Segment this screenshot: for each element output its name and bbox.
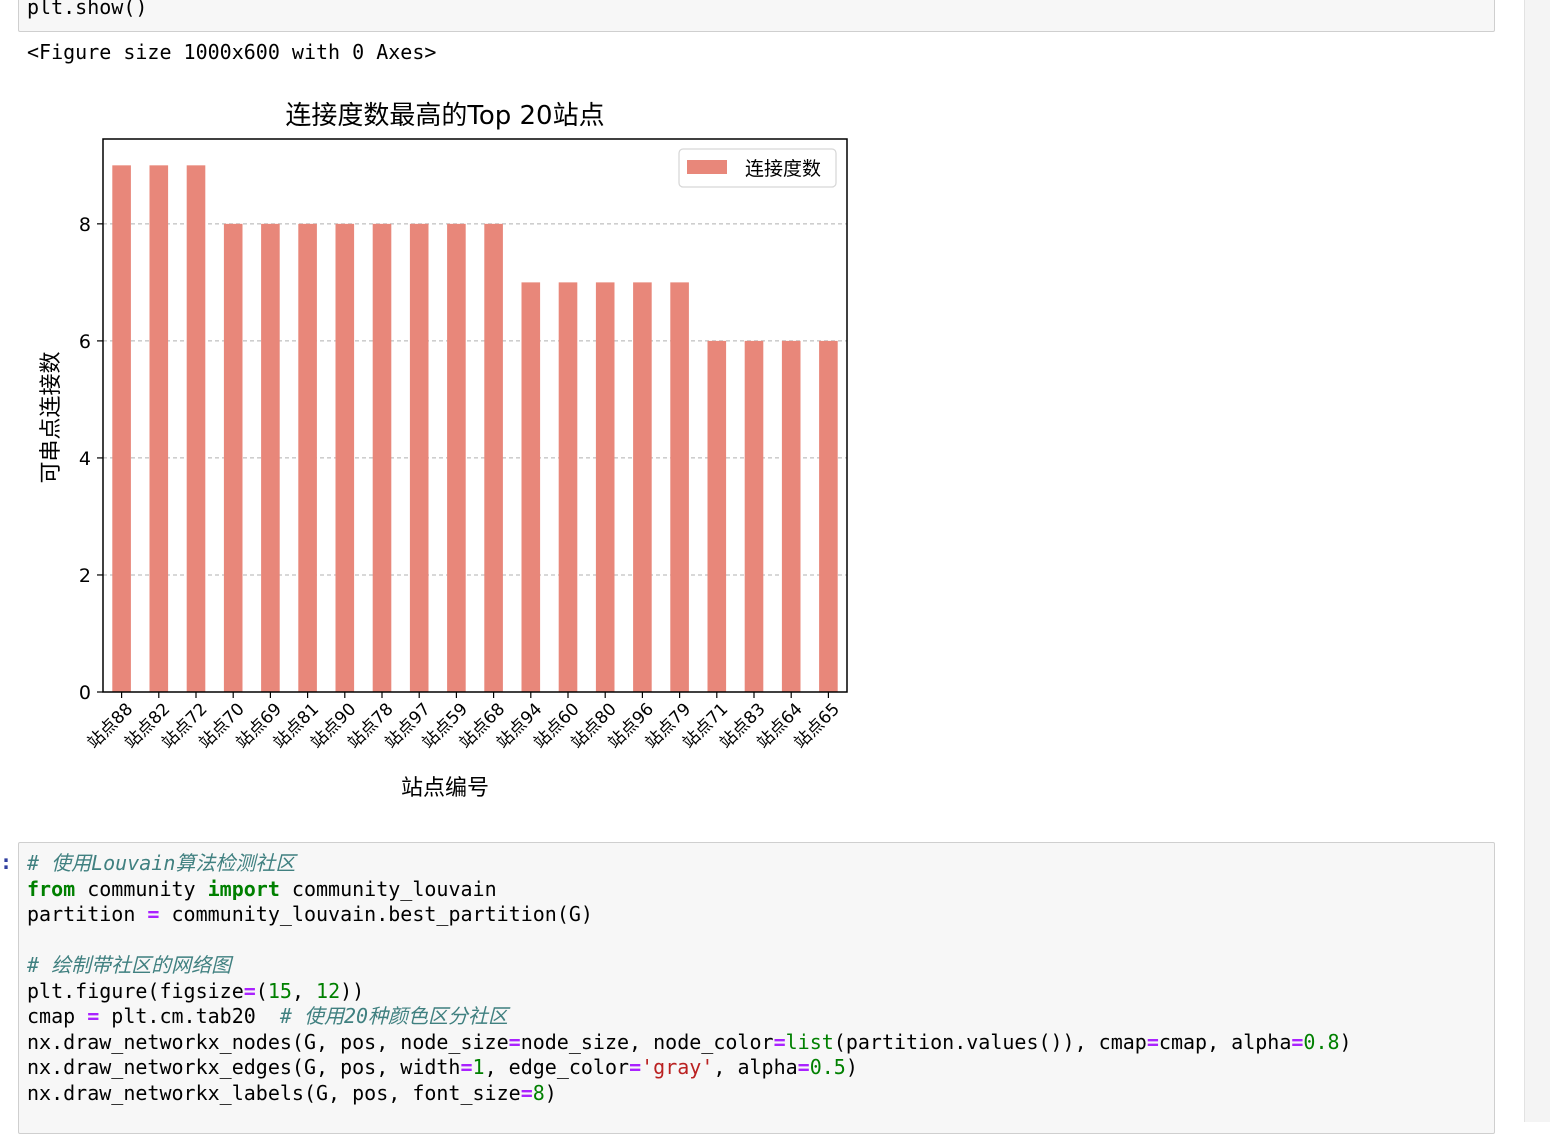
code-line: nx.draw_networkx_edges(G, pos, width=1, … <box>27 1055 1352 1081</box>
code-token: 0.5 <box>809 1055 846 1079</box>
code-token: )) <box>340 978 365 1003</box>
code-token: = <box>87 1004 100 1028</box>
bar <box>484 223 503 692</box>
cell-prompt: : <box>0 850 13 874</box>
code-token: = <box>520 1080 533 1105</box>
code-token: = <box>1146 1029 1159 1054</box>
y-tick-label: 6 <box>79 331 91 353</box>
bar <box>335 223 355 692</box>
y-tick-label: 8 <box>79 214 91 236</box>
code-editor[interactable]: # 使用Louvain算法检测社区 from community import c… <box>27 851 1352 1106</box>
code-token: partition <box>27 902 148 926</box>
code-token: # 使用20种颜色区分社区 <box>279 1004 509 1028</box>
code-token: = <box>1291 1029 1304 1054</box>
code-token: 'gray' <box>641 1055 714 1079</box>
code-token: = <box>773 1029 786 1054</box>
code-token: ) <box>544 1080 557 1105</box>
code-token: = <box>243 978 256 1003</box>
bar <box>744 340 764 692</box>
chart-title: 连接度数最高的Top 20站点 <box>285 101 604 131</box>
code-token: 0.8 <box>1303 1029 1340 1054</box>
bar <box>372 223 392 692</box>
y-tick-label: 0 <box>79 682 91 704</box>
code-token: , alpha <box>713 1055 798 1079</box>
code-token: = <box>629 1055 642 1079</box>
code-line: # 绘制带社区的网络图 <box>27 953 1352 979</box>
code-line: partition = community_louvain.best_parti… <box>27 902 1352 928</box>
bar <box>819 340 838 692</box>
code-token: list <box>785 1029 834 1054</box>
legend-label: 连接度数 <box>745 158 821 180</box>
code-token: nx.draw_networkx_nodes(G, pos, node_size <box>27 1029 509 1054</box>
code-token: cmap, alpha <box>1158 1029 1292 1054</box>
code-token: (partition.values()), cmap <box>833 1029 1147 1054</box>
code-token: 15 <box>267 978 292 1003</box>
cell-output-text: <Figure size 1000x600 with 0 Axes> <box>27 40 437 64</box>
code-line: from community import community_louvain <box>27 877 1352 903</box>
code-token: ) <box>1339 1029 1352 1054</box>
code-token: node_size, node_color <box>520 1029 774 1054</box>
code-token: = <box>147 902 160 926</box>
code-token: from <box>27 876 76 901</box>
bar <box>447 223 466 692</box>
bar <box>558 282 578 692</box>
bar <box>409 223 429 692</box>
code-line: cmap = plt.cm.tab20 # 使用20种颜色区分社区 <box>27 1004 1352 1030</box>
legend-swatch <box>687 160 727 174</box>
code-token: , <box>291 978 317 1003</box>
code-token: # 绘制带社区的网络图 <box>27 953 232 977</box>
code-token: plt.cm.tab20 <box>99 1004 280 1028</box>
bar <box>781 340 801 692</box>
code-token: nx.draw_networkx_labels(G, pos, font_siz… <box>27 1080 521 1105</box>
bar <box>223 223 243 692</box>
plot-frame <box>102 138 848 693</box>
bar <box>670 282 689 692</box>
code-token: = <box>797 1055 810 1079</box>
bar <box>633 282 652 692</box>
code-token: cmap <box>27 1004 88 1028</box>
bar <box>112 165 131 692</box>
bar-chart: 02468站点88站点82站点72站点70站点69站点81站点90站点78站点9… <box>39 101 848 801</box>
y-tick-label: 4 <box>79 448 91 470</box>
code-token: nx.draw_networkx_edges(G, pos, width <box>27 1055 461 1079</box>
bar <box>298 223 317 692</box>
code-token: = <box>508 1029 521 1054</box>
code-token: 12 <box>316 978 341 1003</box>
bar <box>521 282 541 692</box>
x-axis-label: 站点编号 <box>401 776 489 801</box>
bar <box>595 282 615 692</box>
y-tick-label: 2 <box>79 565 91 587</box>
code-token: ( <box>255 978 268 1003</box>
bar <box>149 165 169 692</box>
code-token: , edge_color <box>484 1055 630 1079</box>
bar <box>261 223 280 692</box>
code-token: 8 <box>532 1080 545 1105</box>
code-token: # 使用Louvain算法检测社区 <box>27 851 296 875</box>
bar <box>707 340 727 692</box>
bar <box>186 165 206 692</box>
code-cell[interactable]: # 使用Louvain算法检测社区 from community import c… <box>18 842 1495 1134</box>
code-token: community_louvain.best_partition(G) <box>159 902 593 926</box>
code-token: ) <box>845 1055 858 1079</box>
code-line: plt.show() <box>27 0 148 19</box>
code-line: nx.draw_networkx_nodes(G, pos, node_size… <box>27 1030 1352 1056</box>
code-token: plt.figure(figsize <box>27 978 244 1003</box>
code-token: community <box>75 876 208 901</box>
previous-code-cell[interactable]: plt.show() <box>18 0 1495 32</box>
code-line: plt.figure(figsize=(15, 12)) <box>27 979 1352 1005</box>
code-token: = <box>460 1055 473 1079</box>
code-token: import <box>207 876 280 901</box>
code-token: community_louvain <box>279 876 497 901</box>
code-token: 1 <box>472 1055 485 1079</box>
code-line: nx.draw_networkx_labels(G, pos, font_siz… <box>27 1081 1352 1107</box>
notebook-scrollbar[interactable] <box>1524 0 1550 1122</box>
y-axis-label: 可串点连接数 <box>39 351 64 483</box>
code-line: # 使用Louvain算法检测社区 <box>27 851 1352 877</box>
